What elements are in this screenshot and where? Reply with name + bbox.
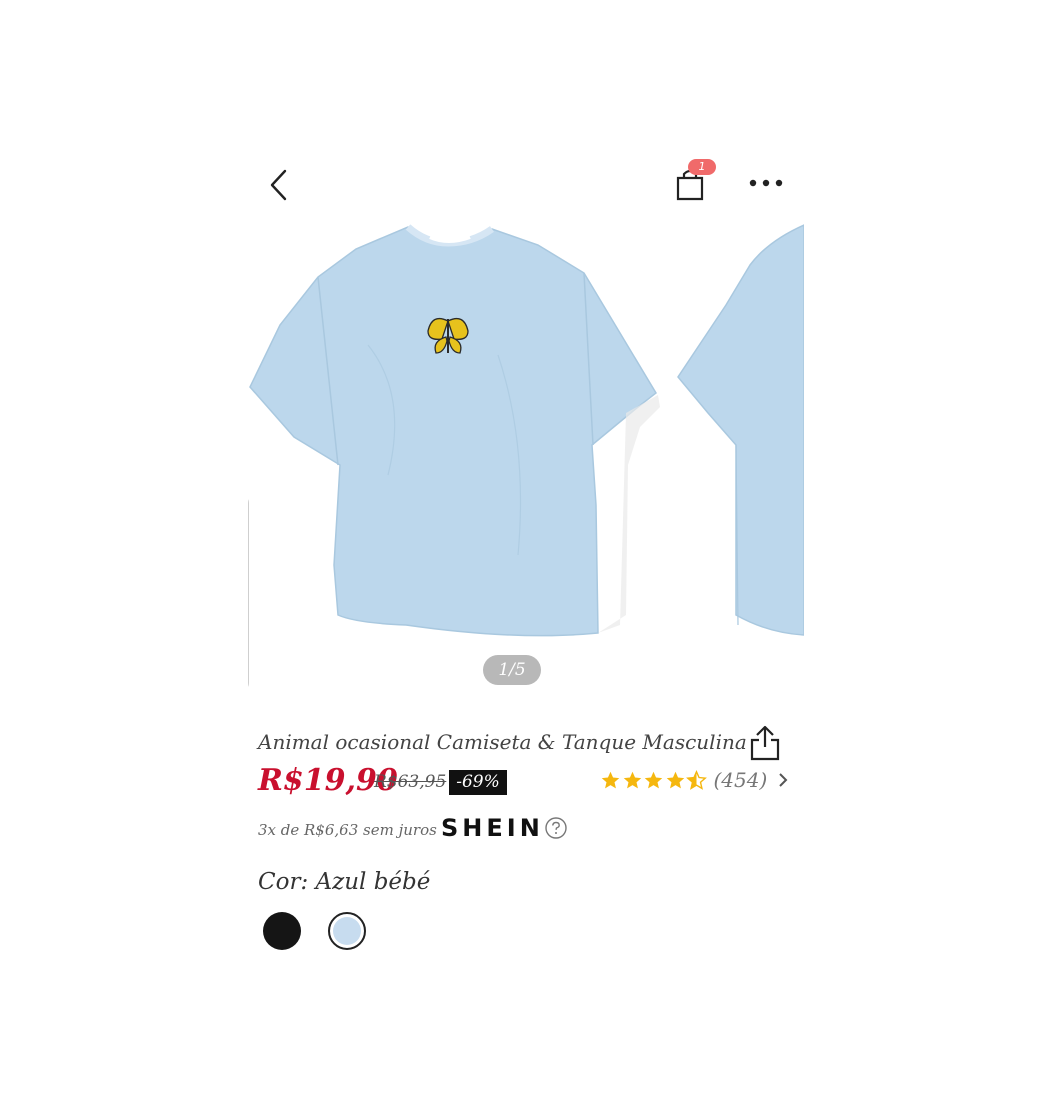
swatch-black[interactable]: [263, 912, 301, 950]
image-gallery[interactable]: 1/5: [248, 145, 804, 700]
color-label: Cor: Azul bébé: [258, 869, 431, 895]
help-icon[interactable]: [545, 817, 567, 839]
back-icon[interactable]: [262, 165, 296, 205]
star-icon: [666, 771, 684, 788]
swatch-baby-blue[interactable]: [328, 912, 366, 950]
star-icon: [601, 771, 620, 788]
original-price: R$63,95: [374, 772, 447, 792]
product-title: Animal ocasional Camiseta & Tanque Mascu…: [258, 730, 747, 754]
installments-text: 3x de R$6,63 sem juros: [258, 821, 437, 839]
half-star-icon: [686, 769, 707, 790]
share-icon[interactable]: [748, 725, 782, 761]
review-count: (454): [713, 768, 768, 792]
more-horizontal-icon[interactable]: [746, 171, 786, 195]
star-icon: [623, 771, 641, 788]
brand-logo: SHEIN: [441, 814, 544, 842]
rating-summary[interactable]: (454): [600, 768, 789, 792]
product-page: 1/5 1 Animal ocasional Camiseta & Tanque…: [248, 145, 804, 975]
gallery-edge-indicator: [248, 495, 249, 691]
cart-count-badge: 1: [688, 159, 716, 175]
image-counter: 1/5: [483, 655, 541, 685]
product-image: [249, 224, 804, 637]
discount-badge: -69%: [449, 770, 507, 795]
chevron-right-icon: [779, 773, 788, 787]
star-icon: [644, 771, 663, 788]
top-bar: 1: [248, 145, 804, 225]
